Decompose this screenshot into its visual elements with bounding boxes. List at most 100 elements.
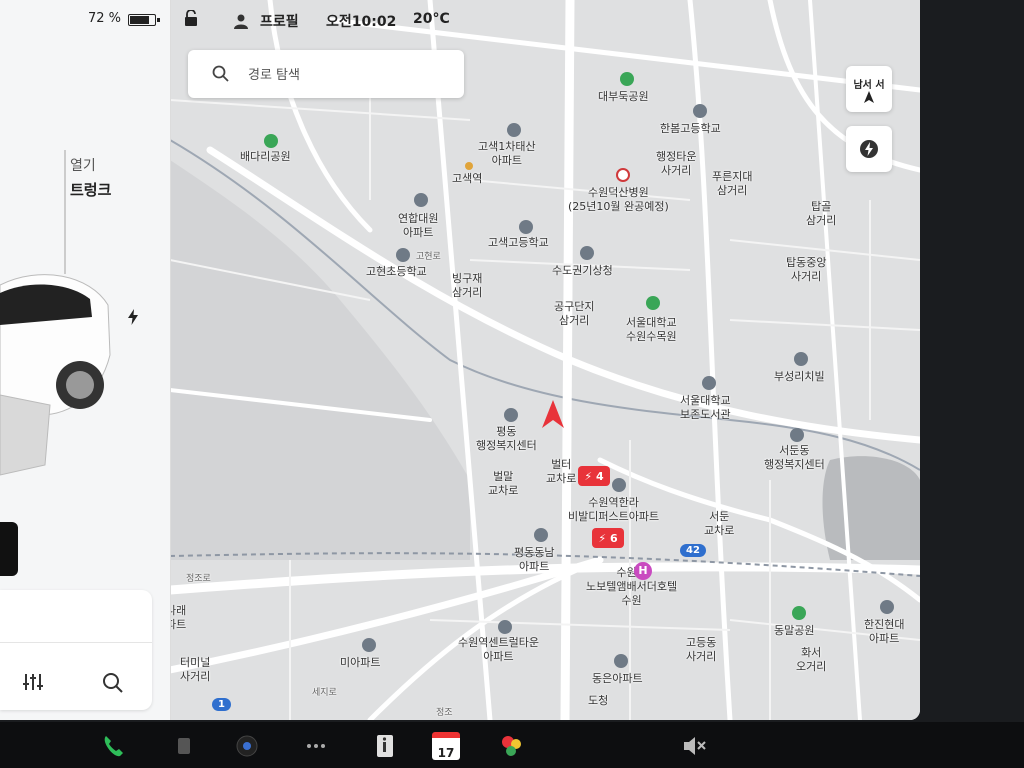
apartment-poi-icon[interactable] bbox=[362, 638, 376, 652]
map-label[interactable]: 평동동남 아파트 bbox=[514, 546, 554, 574]
school-poi-icon[interactable] bbox=[693, 104, 707, 118]
park-poi-icon[interactable] bbox=[792, 606, 806, 620]
quick-controls-card bbox=[0, 590, 152, 710]
map-label[interactable]: 평동 행정복지센터 bbox=[476, 425, 537, 453]
search-icon[interactable] bbox=[102, 672, 124, 694]
trunk-control[interactable]: 열기 트렁크 bbox=[70, 155, 111, 200]
school-poi-icon[interactable] bbox=[519, 220, 533, 234]
map-label[interactable]: 미아파트 bbox=[340, 656, 380, 670]
map-label[interactable]: 한봄고등학교 bbox=[660, 122, 721, 136]
supercharger-marker[interactable]: ⚡ 6 bbox=[592, 528, 624, 548]
street-label: 고현로 bbox=[416, 252, 441, 262]
heading-label: 남서 서 bbox=[853, 79, 885, 91]
map-label[interactable]: 서울대학교 수원수목원 bbox=[626, 316, 677, 344]
map-label[interactable]: 연합대원 아파트 bbox=[398, 212, 438, 240]
apartment-poi-icon[interactable] bbox=[880, 600, 894, 614]
trunk-label: 트렁크 bbox=[70, 181, 112, 199]
map-label[interactable]: 서울대학교 보존도서관 bbox=[680, 394, 731, 422]
road-shield: 1 bbox=[212, 698, 231, 711]
control-tile[interactable] bbox=[0, 522, 18, 576]
battery-fill bbox=[130, 16, 149, 24]
touchscreen: 대부둑공원 한봄고등학교 배다리공원 고색1차태산 아파트 고색역 행정타운 사… bbox=[0, 0, 920, 720]
road-shield: 42 bbox=[680, 544, 706, 557]
charge-port-icon[interactable] bbox=[124, 308, 142, 326]
map-label[interactable]: 고색고등학교 bbox=[488, 236, 549, 250]
apartment-poi-icon[interactable] bbox=[534, 528, 548, 542]
station-icon[interactable] bbox=[465, 162, 473, 170]
park-poi-icon[interactable] bbox=[264, 134, 278, 148]
manual-icon[interactable] bbox=[370, 732, 398, 760]
street-label: 세지로 bbox=[312, 688, 337, 698]
map-label[interactable]: 동말공원 bbox=[774, 624, 814, 638]
map-label: 공구단지 삼거리 bbox=[554, 300, 595, 327]
government-poi-icon[interactable] bbox=[790, 428, 804, 442]
bottom-dock: 17 bbox=[0, 722, 1024, 768]
divider bbox=[0, 642, 152, 643]
map-label: 빙구재 삼거리 bbox=[452, 272, 483, 299]
battery-percentage: 72 % bbox=[88, 11, 122, 26]
park-poi-icon[interactable] bbox=[620, 72, 634, 86]
government-poi-icon[interactable] bbox=[504, 408, 518, 422]
hospital-poi-icon[interactable] bbox=[616, 168, 630, 182]
map-label: 탑동중앙 사거리 bbox=[786, 256, 827, 283]
street-label: 정조 bbox=[436, 708, 453, 718]
apartment-poi-icon[interactable] bbox=[794, 352, 808, 366]
map-label: 도청 bbox=[588, 694, 609, 707]
apartment-poi-icon[interactable] bbox=[614, 654, 628, 668]
car-status-panel: 열기 트렁크 bbox=[0, 0, 171, 720]
music-icon[interactable] bbox=[170, 732, 198, 760]
map-label[interactable]: 고색1차태산 아파트 bbox=[478, 140, 536, 168]
charger-filter-button[interactable] bbox=[846, 126, 892, 172]
unlock-icon[interactable] bbox=[184, 10, 198, 26]
navigate-search-box[interactable]: 경로 탐색 bbox=[188, 50, 464, 98]
map-label[interactable]: 배다리공원 bbox=[240, 150, 291, 164]
calendar-icon[interactable]: 17 bbox=[432, 732, 460, 760]
charger-count: 6 bbox=[609, 531, 618, 545]
library-poi-icon[interactable] bbox=[702, 376, 716, 390]
map-label[interactable]: 대부둑공원 bbox=[598, 90, 649, 104]
battery-icon bbox=[128, 14, 160, 26]
apartment-poi-icon[interactable] bbox=[414, 193, 428, 207]
map-label: 고등동 사거리 bbox=[686, 636, 717, 663]
map-label[interactable]: 서둔동 행정복지센터 bbox=[764, 444, 825, 472]
trunk-indicator-line bbox=[64, 150, 66, 274]
map-label[interactable]: 수원덕산병원 (25년10월 완공예정) bbox=[568, 186, 669, 214]
map-label: 벌말 교차로 bbox=[488, 470, 519, 497]
map-label[interactable]: 수원역센트럴타운 아파트 bbox=[458, 636, 539, 664]
hotel-marker[interactable]: H bbox=[634, 562, 652, 580]
search-placeholder: 경로 탐색 bbox=[248, 68, 300, 83]
lightning-icon bbox=[860, 140, 878, 158]
profile-label[interactable]: 프로필 bbox=[260, 11, 299, 31]
compass-arrow-icon bbox=[864, 90, 874, 103]
arcade-icon[interactable] bbox=[498, 732, 526, 760]
volume-mute-icon[interactable] bbox=[680, 732, 708, 760]
map-label[interactable]: 수원역한라 비발디퍼스트아파트 bbox=[568, 496, 659, 524]
map-heading-button[interactable]: 남서 서 bbox=[846, 66, 892, 112]
map-label[interactable]: 고현초등학교 bbox=[366, 265, 427, 279]
map-label[interactable]: 동은아파트 bbox=[592, 672, 643, 686]
current-location-arrow-icon bbox=[542, 400, 564, 428]
apartment-poi-icon[interactable] bbox=[498, 620, 512, 634]
car-image bbox=[0, 274, 111, 476]
status-bar: 72 % 프로필 오전10:02 20°C bbox=[0, 0, 920, 38]
profile-icon[interactable] bbox=[233, 13, 249, 29]
map-label[interactable]: 수원역 노보텔앰배서더호텔 수원 bbox=[586, 566, 677, 608]
apartment-poi-icon[interactable] bbox=[612, 478, 626, 492]
map-label: 푸른지대 삼거리 bbox=[712, 170, 753, 197]
controls-sliders-icon[interactable] bbox=[22, 672, 44, 692]
apartment-poi-icon[interactable] bbox=[507, 123, 521, 137]
supercharger-marker[interactable]: ⚡ 4 bbox=[578, 466, 610, 486]
map-label[interactable]: 한진현대 아파트 bbox=[864, 618, 904, 646]
more-icon[interactable] bbox=[302, 732, 330, 760]
street-label: 정조로 bbox=[186, 574, 211, 584]
map-label: 탑골 삼거리 bbox=[806, 200, 837, 227]
map-label[interactable]: 수도권기상청 bbox=[552, 264, 613, 278]
map-label[interactable]: 부성리치빌 bbox=[774, 370, 825, 384]
map-label: 화서 오거리 bbox=[796, 646, 827, 673]
government-poi-icon[interactable] bbox=[580, 246, 594, 260]
camera-icon[interactable] bbox=[233, 732, 261, 760]
school-poi-icon[interactable] bbox=[396, 248, 410, 262]
arboretum-poi-icon[interactable] bbox=[646, 296, 660, 310]
phone-icon[interactable] bbox=[100, 732, 128, 760]
map-label[interactable]: 고색역 bbox=[452, 172, 482, 186]
